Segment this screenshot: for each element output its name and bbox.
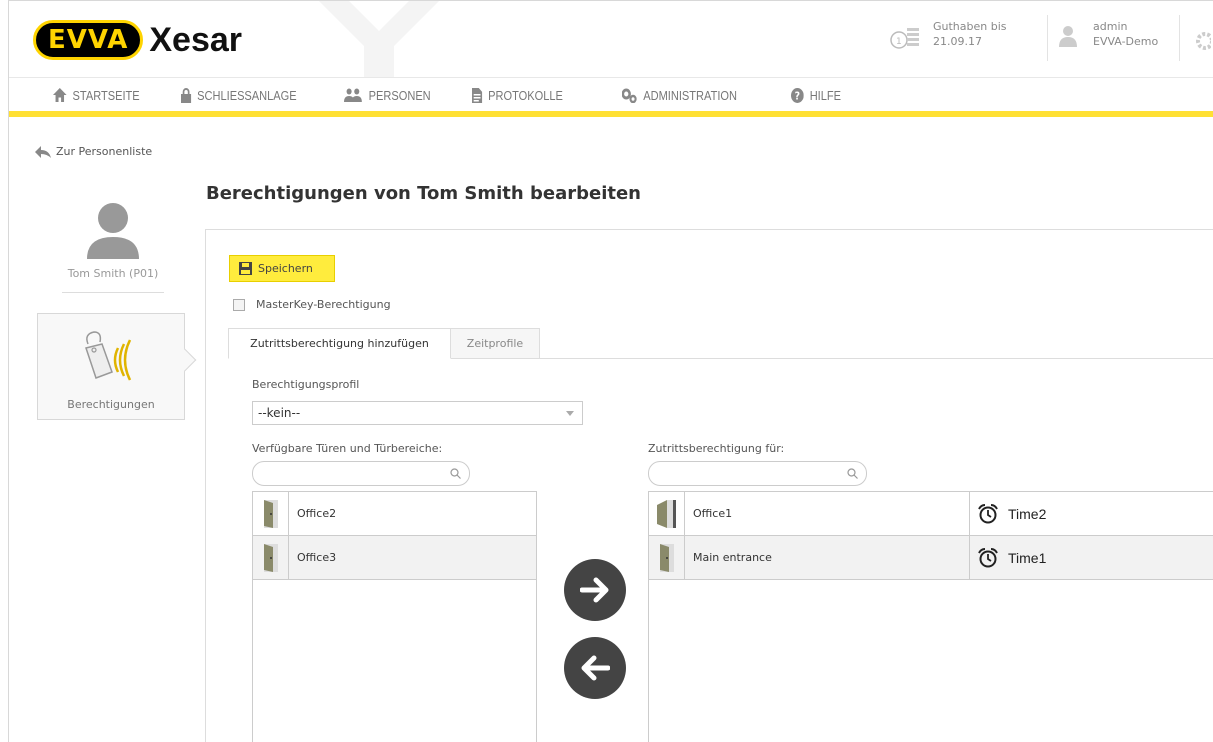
available-doors-list: Office2 Office3 bbox=[252, 491, 537, 742]
search-icon bbox=[450, 468, 461, 479]
watermark-x-icon bbox=[319, 1, 439, 77]
nav-protokolle[interactable]: Protokolle bbox=[472, 78, 563, 112]
search-icon bbox=[847, 468, 858, 479]
user-icon bbox=[1059, 26, 1077, 47]
credit-info: 1 Guthaben bis 21.09.17 bbox=[889, 19, 1007, 51]
tab-label: Zeitprofile bbox=[466, 337, 524, 350]
person-name: Tom Smith (P01) bbox=[67, 267, 159, 280]
time-profile-cell[interactable]: Time1 bbox=[969, 536, 1213, 580]
masterkey-checkbox[interactable] bbox=[233, 298, 245, 311]
tab-add-access-permission[interactable]: Zutrittsberechtigung hinzufügen bbox=[228, 328, 451, 359]
logo-product: Xesar bbox=[149, 20, 243, 59]
svg-text:1: 1 bbox=[896, 37, 902, 47]
masterkey-row: MasterKey-Berechtigung bbox=[233, 298, 391, 311]
nav-label: Startseite bbox=[72, 87, 140, 103]
nav-hilfe[interactable]: ? Hilfe bbox=[791, 78, 841, 112]
time-profile-name: Time1 bbox=[1008, 550, 1047, 566]
help-icon: ? bbox=[791, 87, 804, 103]
profile-label: Berechtigungsprofil bbox=[252, 378, 360, 391]
door-cell bbox=[649, 492, 685, 536]
available-door-row[interactable]: Office3 bbox=[253, 535, 536, 580]
save-button[interactable]: Speichern bbox=[229, 255, 335, 282]
nav-label: Schliessanlage bbox=[197, 87, 297, 103]
card-pointer bbox=[173, 348, 197, 372]
logo-badge-text: EVVA bbox=[48, 25, 129, 55]
nav-schliessanlage[interactable]: Schliessanlage bbox=[181, 78, 297, 112]
door-icon bbox=[263, 499, 278, 528]
permissions-card[interactable]: Berechtigungen bbox=[37, 313, 197, 420]
page-title: Berechtigungen von Tom Smith bearbeiten bbox=[206, 183, 641, 204]
door-open-icon bbox=[656, 499, 676, 528]
door-name: Office3 bbox=[297, 551, 337, 564]
available-door-row[interactable]: Office2 bbox=[253, 492, 536, 536]
nav-accent-bar bbox=[9, 111, 1213, 117]
back-to-person-list-link[interactable]: Zur Personenliste bbox=[35, 145, 152, 158]
door-cell bbox=[253, 492, 289, 536]
user-info[interactable]: admin EVVA-Demo bbox=[1059, 19, 1158, 49]
time-profile-name: Time2 bbox=[1008, 506, 1047, 522]
tab-time-profiles[interactable]: Zeitprofile bbox=[451, 328, 540, 359]
profile-select-value: --kein-- bbox=[258, 406, 301, 420]
credit-label: Guthaben bis bbox=[933, 20, 1007, 33]
back-arrow-icon bbox=[35, 145, 51, 158]
time-profile-cell[interactable]: Time2 bbox=[969, 492, 1213, 536]
nav-startseite[interactable]: Startseite bbox=[53, 78, 140, 112]
person-summary: Tom Smith (P01) bbox=[39, 201, 187, 293]
assigned-doors-list: Office1 Time2 Main entrance Time1 bbox=[648, 491, 1213, 742]
nav-label: Hilfe bbox=[809, 87, 842, 103]
coins-icon: 1 bbox=[890, 28, 919, 49]
save-button-label: Speichern bbox=[258, 262, 313, 275]
arrow-right-icon bbox=[580, 577, 609, 603]
arrow-left-icon bbox=[581, 655, 610, 681]
nav-label: Personen bbox=[368, 87, 431, 103]
assigned-doors-label: Zutrittsberechtigung für: bbox=[648, 442, 785, 455]
door-icon bbox=[263, 543, 278, 572]
avatar-icon bbox=[87, 203, 139, 259]
floppy-disk-icon bbox=[239, 262, 252, 275]
tab-label: Zutrittsberechtigung hinzufügen bbox=[250, 337, 429, 350]
chevron-down-icon bbox=[566, 411, 574, 416]
credit-date: 21.09.17 bbox=[933, 35, 982, 48]
door-name: Office2 bbox=[297, 507, 337, 520]
people-icon bbox=[344, 88, 362, 102]
gears-icon bbox=[622, 88, 637, 103]
user-name: admin bbox=[1093, 20, 1128, 33]
available-search-input[interactable] bbox=[252, 461, 470, 486]
masterkey-label: MasterKey-Berechtigung bbox=[256, 298, 391, 311]
assigned-door-row[interactable]: Main entrance Time1 bbox=[649, 535, 1213, 580]
nav-administration[interactable]: Administration bbox=[622, 78, 737, 112]
header: EVVA Xesar 1 Guthaben bis 21.09.17 admin… bbox=[9, 1, 1213, 77]
door-icon bbox=[659, 543, 674, 572]
settings-icon[interactable] bbox=[1195, 31, 1211, 51]
divider bbox=[62, 292, 164, 293]
add-door-button[interactable] bbox=[564, 559, 626, 621]
nav-personen[interactable]: Personen bbox=[344, 78, 431, 112]
remove-door-button[interactable] bbox=[564, 637, 626, 699]
nav-label: Protokolle bbox=[488, 87, 563, 103]
available-doors-label: Verfügbare Türen und Türbereiche: bbox=[252, 442, 443, 455]
back-link-label: Zur Personenliste bbox=[56, 145, 153, 158]
main-nav: Startseite Schliessanlage Personen Proto… bbox=[9, 77, 1213, 113]
logo: EVVA Xesar bbox=[33, 18, 242, 62]
assigned-search-input[interactable] bbox=[648, 461, 867, 486]
assigned-door-row[interactable]: Office1 Time2 bbox=[649, 492, 1213, 536]
alarm-clock-icon bbox=[978, 548, 998, 568]
lock-icon bbox=[181, 87, 192, 103]
alarm-clock-icon bbox=[978, 504, 998, 524]
door-cell bbox=[649, 535, 685, 580]
nav-label: Administration bbox=[643, 87, 737, 103]
profile-select[interactable]: --kein-- bbox=[252, 401, 583, 425]
home-icon bbox=[53, 88, 67, 102]
svg-text:?: ? bbox=[795, 90, 800, 102]
logo-badge: EVVA bbox=[33, 20, 144, 60]
key-tag-icon bbox=[85, 331, 132, 381]
door-cell bbox=[253, 535, 289, 580]
app-window: EVVA Xesar 1 Guthaben bis 21.09.17 admin… bbox=[8, 0, 1213, 742]
permissions-card-label: Berechtigungen bbox=[67, 398, 155, 411]
user-org: EVVA-Demo bbox=[1093, 35, 1159, 48]
document-icon bbox=[472, 87, 483, 103]
